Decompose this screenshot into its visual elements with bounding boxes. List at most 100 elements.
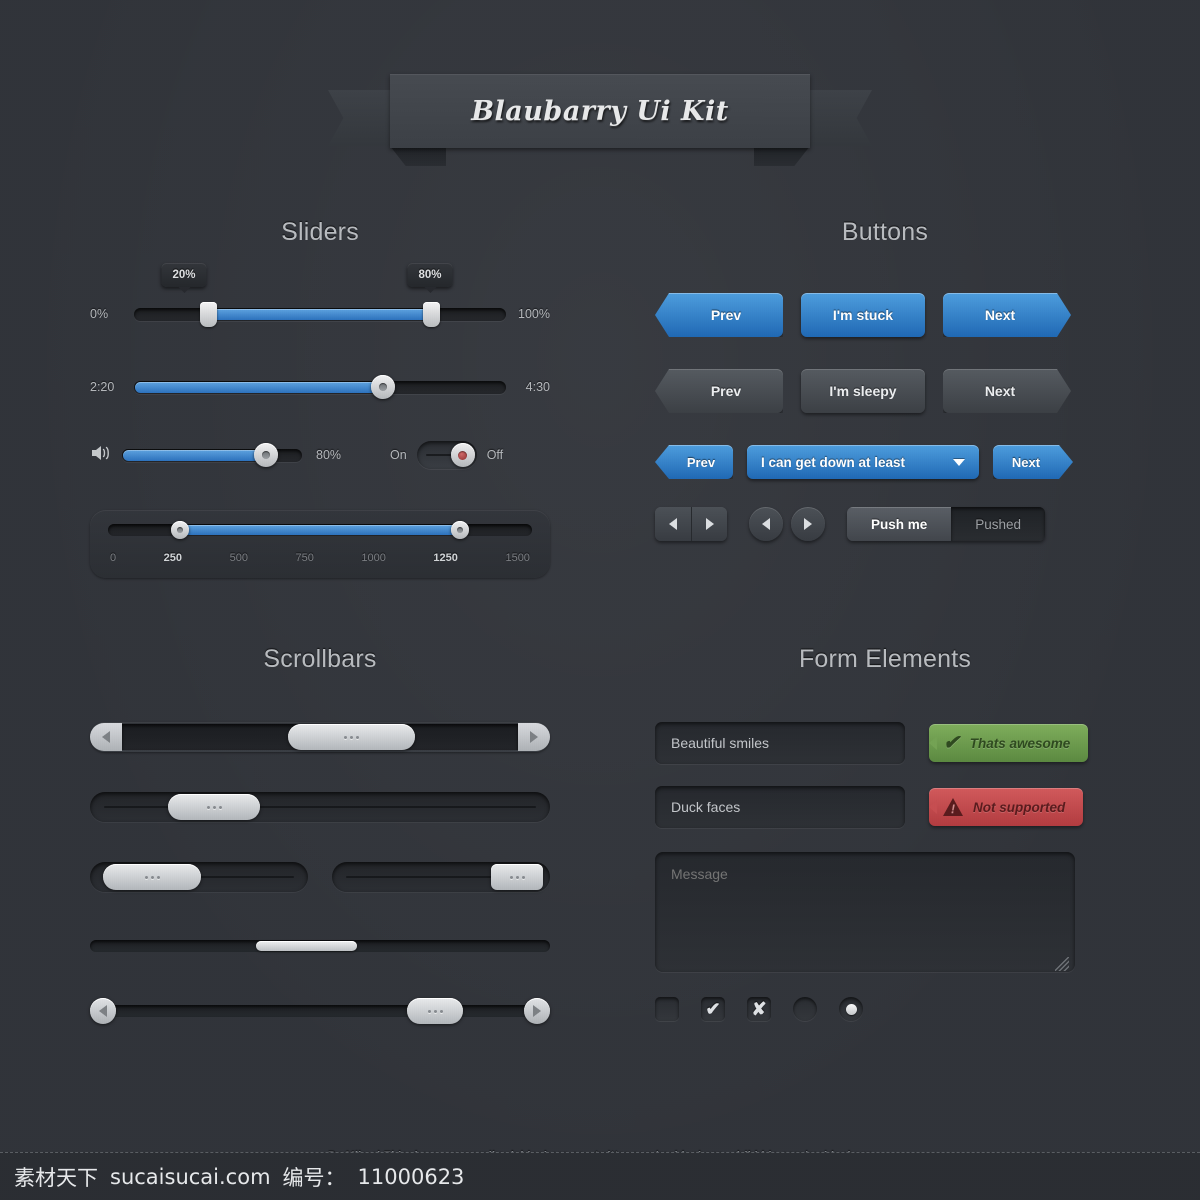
prev-button-gray[interactable]: Prev: [655, 369, 783, 413]
button-row-gray: Prev I'm sleepy Next: [655, 369, 1115, 413]
dual-slider-track[interactable]: [134, 301, 506, 327]
slider-min-label: 0%: [90, 307, 109, 321]
watermark-site: sucaisucai.com: [110, 1164, 271, 1189]
range-slider-panel[interactable]: 0 250 500 750 1000 1250 1500: [90, 510, 550, 578]
range-tick: 1250: [433, 552, 458, 564]
range-tick: 250: [163, 552, 183, 564]
watermark-bar: 素材天下 sucaisucai.com 编号： 11000623: [0, 1152, 1200, 1200]
im-stuck-button[interactable]: I'm stuck: [801, 293, 925, 337]
dual-slider[interactable]: 20% 80% 0% 100%: [90, 263, 550, 329]
dual-slider-handle-high[interactable]: [423, 301, 441, 327]
range-tick: 500: [229, 552, 248, 564]
range-slider-handle-high[interactable]: [450, 521, 469, 539]
ribbon-body: Blaubarry Ui Kit: [390, 74, 810, 148]
scrollbar-thin[interactable]: [90, 940, 550, 952]
grip-dots-icon: [509, 875, 525, 879]
scrollbar-arrow-left[interactable]: [90, 723, 122, 751]
sliders-heading: Sliders: [281, 218, 359, 246]
radio-selected[interactable]: [839, 997, 863, 1021]
prev-button-small[interactable]: Prev: [655, 445, 733, 479]
scrollbar-thumb[interactable]: [103, 864, 202, 890]
ribbon-tail-right: [802, 90, 872, 146]
circle-arrow-right-button[interactable]: [791, 507, 825, 541]
im-sleepy-button[interactable]: I'm sleepy: [801, 369, 925, 413]
toggle-on-label: On: [390, 448, 407, 462]
time-slider-track[interactable]: [134, 375, 506, 399]
buttons-heading: Buttons: [841, 218, 929, 246]
arrow-right-button[interactable]: [691, 507, 727, 541]
scrollbar-trough[interactable]: [108, 1005, 532, 1017]
scrollbar-plain[interactable]: [90, 792, 550, 822]
scrollbar-with-arrows[interactable]: [90, 722, 550, 752]
toggle-knob[interactable]: [450, 443, 475, 467]
checkbox-empty[interactable]: [655, 997, 679, 1021]
scrollbar-circle-right[interactable]: [524, 998, 550, 1024]
checkbox-checked[interactable]: ✔: [701, 997, 725, 1021]
scrollbar-thumb[interactable]: [288, 724, 416, 750]
scrollbar-thumb[interactable]: [255, 941, 357, 951]
ui-kit-canvas: Blaubarry Ui Kit Sliders 20% 80% 0% 100%…: [0, 0, 1200, 1200]
range-slider-handle-low[interactable]: [171, 521, 190, 539]
scrollbar-thumb[interactable]: [407, 998, 464, 1024]
range-tick: 1000: [361, 552, 386, 564]
duck-faces-input[interactable]: [655, 786, 905, 828]
success-badge: ✔ Thats awesome: [929, 724, 1089, 762]
toggle-off-label: Off: [486, 448, 504, 462]
range-slider-track[interactable]: [108, 521, 532, 539]
next-button-blue[interactable]: Next: [943, 293, 1071, 337]
dual-slider-handle-low[interactable]: [199, 301, 217, 327]
scrollbar-line-with-circles[interactable]: [90, 996, 550, 1026]
volume-slider-fill: [123, 449, 267, 461]
scrollbar-trough[interactable]: [122, 724, 518, 750]
pushed-button[interactable]: Pushed: [951, 507, 1046, 541]
form-row-1: ✔ Thats awesome: [655, 722, 1115, 764]
page-title: Blaubarry Ui Kit: [471, 95, 729, 127]
on-off-toggle[interactable]: [416, 441, 477, 469]
next-button-gray[interactable]: Next: [943, 369, 1071, 413]
prev-button-blue[interactable]: Prev: [655, 293, 783, 337]
warning-triangle-icon: !: [943, 798, 963, 816]
scrollbar-circle-left[interactable]: [90, 998, 116, 1024]
range-tick: 0: [110, 552, 117, 564]
scrollbar-thumb[interactable]: [491, 864, 544, 890]
volume-toggle-row: 80% On Off: [90, 441, 550, 469]
sliders-section: Sliders 20% 80% 0% 100% 2:20 4:30 80% On…: [90, 218, 550, 578]
success-badge-label: Thats awesome: [969, 735, 1071, 751]
next-button-small[interactable]: Next: [993, 445, 1073, 479]
radio-empty[interactable]: [793, 997, 817, 1021]
checkbox-crossed[interactable]: ✘: [747, 997, 771, 1021]
push-toggle-group[interactable]: Push me Pushed: [847, 507, 1046, 541]
arrow-left-button[interactable]: [655, 507, 691, 541]
volume-value-label: 80%: [316, 448, 342, 462]
message-textarea-wrap: [655, 852, 1075, 977]
scrollbars-heading: Scrollbars: [263, 645, 377, 673]
form-elements-section: Form Elements ✔ Thats awesome ! Not supp…: [655, 645, 1115, 1021]
volume-slider-handle[interactable]: [254, 443, 278, 467]
push-me-button[interactable]: Push me: [847, 507, 952, 541]
beautiful-smiles-input[interactable]: [655, 722, 905, 764]
slider-tooltip-low: 20%: [161, 263, 207, 287]
segmented-arrow-group[interactable]: [655, 507, 727, 541]
arrow-left-icon: [102, 731, 110, 743]
buttons-section: Buttons Prev I'm stuck Next Prev I'm sle…: [655, 218, 1115, 541]
time-slider-start-label: 2:20: [90, 380, 115, 394]
watermark-id-value: 11000623: [357, 1164, 465, 1189]
error-badge-label: Not supported: [973, 799, 1066, 815]
time-slider[interactable]: 2:20 4:30: [90, 374, 550, 400]
circle-arrow-left-button[interactable]: [749, 507, 783, 541]
scrollbar-short-right[interactable]: [332, 862, 550, 892]
range-tick: 1500: [505, 552, 530, 564]
watermark-id-label: 编号：: [282, 1165, 346, 1190]
dropdown-select[interactable]: I can get down at least: [747, 445, 979, 479]
message-textarea[interactable]: [655, 852, 1075, 972]
volume-slider-track[interactable]: [122, 443, 302, 467]
time-slider-handle[interactable]: [371, 375, 396, 399]
chevron-down-icon: [953, 458, 965, 466]
scrollbar-thumb[interactable]: [168, 794, 261, 820]
scrollbar-short-left[interactable]: [90, 862, 308, 892]
scrollbar-arrow-right[interactable]: [518, 723, 550, 751]
on-off-toggle-group[interactable]: On Off: [390, 441, 503, 469]
dual-slider-fill: [208, 308, 432, 320]
arrow-left-icon: [99, 1005, 107, 1017]
arrow-left-icon: [669, 518, 677, 530]
